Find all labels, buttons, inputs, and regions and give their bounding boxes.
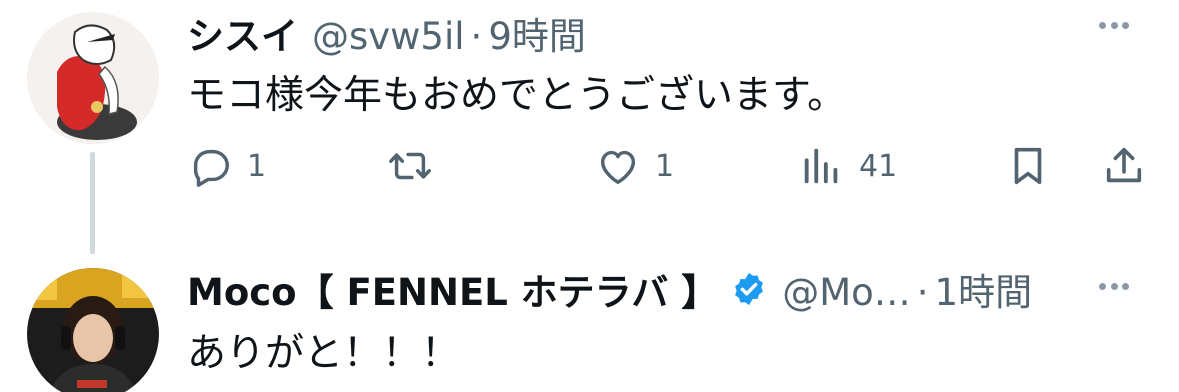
share-icon xyxy=(1106,147,1142,183)
tweet-header: Moco【 FENNEL ホテラバ 】 @Mo… · 1時間 xyxy=(187,262,1032,316)
separator-dot: · xyxy=(470,15,483,58)
thread-connector-line xyxy=(90,152,95,254)
timestamp[interactable]: 1時間 xyxy=(935,262,1033,316)
avatar-image xyxy=(27,268,159,392)
more-icon[interactable] xyxy=(1099,20,1129,30)
timestamp[interactable]: 9時間 xyxy=(488,6,586,60)
tweet-1[interactable]: シスイ @svw5il · 9時間 モコ様今年もおめでとうございます。 1 1 … xyxy=(0,0,1179,262)
author-name[interactable]: シスイ xyxy=(187,6,298,60)
like-count: 1 xyxy=(655,148,675,184)
tweet-header: シスイ @svw5il · 9時間 xyxy=(187,6,586,60)
author-handle[interactable]: @svw5il xyxy=(312,15,465,58)
reply-button[interactable]: 1 xyxy=(187,138,266,194)
bookmark-icon xyxy=(1014,147,1042,185)
more-icon[interactable] xyxy=(1099,281,1129,291)
author-name[interactable]: Moco【 FENNEL ホテラバ 】 xyxy=(187,262,718,316)
like-button[interactable]: 1 xyxy=(595,138,674,194)
views-button[interactable]: 41 xyxy=(799,138,897,194)
reply-icon xyxy=(193,149,229,187)
avatar[interactable] xyxy=(27,12,159,144)
avatar[interactable] xyxy=(27,268,159,392)
separator-dot: · xyxy=(916,271,929,314)
tweet-text: モコ様今年もおめでとうございます。 xyxy=(187,73,847,118)
heart-icon xyxy=(600,150,636,185)
views-icon xyxy=(804,148,838,184)
author-handle[interactable]: @Mo… xyxy=(782,271,911,314)
verified-badge-icon xyxy=(735,272,764,306)
retweet-button[interactable] xyxy=(387,138,433,194)
tweet-text: ありがと！！！ xyxy=(187,331,461,376)
tweet-actions: 1 1 41 xyxy=(187,138,1147,194)
views-count: 41 xyxy=(859,148,898,184)
share-button[interactable] xyxy=(1101,138,1147,194)
avatar-image xyxy=(27,12,159,144)
bookmark-button[interactable] xyxy=(1005,138,1051,194)
retweet-icon xyxy=(389,152,431,180)
reply-count: 1 xyxy=(247,148,267,184)
